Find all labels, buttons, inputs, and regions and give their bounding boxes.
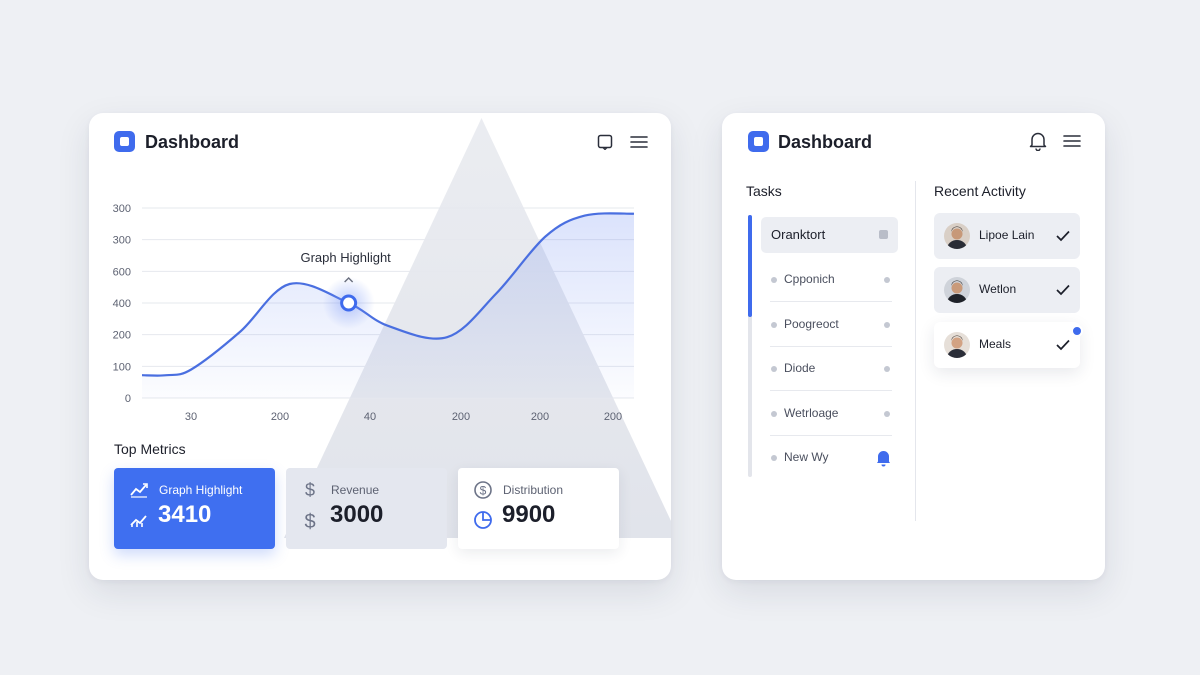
task-item[interactable]: Diode bbox=[761, 351, 898, 387]
metric-value: 3000 bbox=[330, 501, 384, 528]
x-tick-label: 200 bbox=[452, 411, 470, 423]
activity-item[interactable]: Meals bbox=[934, 322, 1083, 368]
metric-label: Revenue bbox=[331, 483, 380, 497]
task-status-icon bbox=[884, 411, 890, 417]
metric-card-distribution[interactable]: $ Distribution 9900 bbox=[458, 468, 619, 549]
highlight-label: Graph Highlight bbox=[300, 250, 391, 265]
bullet-icon bbox=[771, 455, 777, 461]
svg-text:$: $ bbox=[480, 484, 487, 498]
activity-item[interactable]: Wetlon bbox=[934, 267, 1080, 313]
bell-icon[interactable] bbox=[1027, 130, 1049, 152]
x-tick-label: 200 bbox=[531, 411, 549, 423]
x-tick-label: 200 bbox=[604, 411, 622, 423]
svg-text:$: $ bbox=[305, 480, 315, 500]
activity-name: Lipoe Lain bbox=[979, 228, 1035, 242]
tasks-title: Tasks bbox=[746, 183, 782, 199]
menu-icon[interactable] bbox=[1061, 130, 1083, 152]
divider bbox=[770, 301, 892, 302]
trend-up-icon bbox=[129, 480, 149, 503]
check-icon bbox=[1056, 229, 1070, 247]
metric-card-revenue[interactable]: $ Revenue $ 3000 bbox=[286, 468, 447, 549]
task-label: Oranktort bbox=[771, 227, 826, 242]
task-scrollbar-thumb[interactable] bbox=[748, 215, 752, 317]
task-label: Wetrloage bbox=[784, 406, 839, 420]
check-icon bbox=[1056, 283, 1070, 301]
y-tick-label: 600 bbox=[113, 266, 131, 278]
activity-name: Wetlon bbox=[979, 282, 1017, 296]
bullet-icon bbox=[771, 322, 777, 328]
task-status-icon bbox=[884, 322, 890, 328]
check-icon bbox=[1056, 338, 1070, 356]
avatar bbox=[944, 277, 970, 303]
task-item[interactable]: Poogreoct bbox=[761, 307, 898, 343]
task-item[interactable]: New Wy bbox=[761, 440, 898, 476]
task-item[interactable]: Wetrloage bbox=[761, 396, 898, 432]
x-tick-label: 40 bbox=[364, 411, 376, 423]
metrics-title: Top Metrics bbox=[114, 441, 186, 457]
metric-value: 3410 bbox=[158, 501, 212, 528]
task-label: Poogreoct bbox=[784, 317, 839, 331]
activity-item[interactable]: Lipoe Lain bbox=[934, 213, 1080, 259]
bullet-icon bbox=[771, 411, 777, 417]
activity-title: Recent Activity bbox=[934, 183, 1026, 199]
svg-text:$: $ bbox=[304, 511, 315, 532]
divider bbox=[770, 435, 892, 436]
task-status-icon bbox=[884, 277, 890, 283]
tasks-activity-card: Dashboard Tasks Recent Activity Oranktor… bbox=[722, 113, 1105, 580]
trend-chart-icon bbox=[129, 510, 149, 533]
app-logo-icon bbox=[748, 131, 769, 152]
task-item[interactable]: Oranktort bbox=[761, 217, 898, 253]
notification-badge bbox=[1071, 325, 1083, 337]
divider bbox=[770, 390, 892, 391]
metric-label: Distribution bbox=[503, 483, 564, 497]
bullet-icon bbox=[771, 277, 777, 283]
y-tick-label: 400 bbox=[113, 298, 131, 310]
y-tick-label: 300 bbox=[113, 203, 131, 215]
dollar-icon: $ bbox=[301, 510, 319, 537]
analytics-card: Dashboard 300 300 600 400 200 100 0 30 200 40 200… bbox=[89, 113, 671, 580]
chart-area-fill bbox=[142, 213, 634, 398]
y-tick-label: 300 bbox=[113, 235, 131, 247]
coin-icon: $ bbox=[473, 480, 493, 505]
avatar bbox=[944, 223, 970, 249]
task-item[interactable]: Cpponich bbox=[761, 262, 898, 298]
task-label: Diode bbox=[784, 361, 816, 375]
dollar-icon: $ bbox=[301, 480, 319, 505]
task-status-icon bbox=[879, 230, 888, 239]
bullet-icon bbox=[771, 366, 777, 372]
divider bbox=[770, 346, 892, 347]
task-label: Cpponich bbox=[784, 272, 835, 286]
task-label: New Wy bbox=[784, 450, 829, 464]
metric-label: Graph Highlight bbox=[159, 483, 243, 497]
highlight-marker bbox=[340, 294, 358, 312]
metric-value: 9900 bbox=[502, 501, 556, 528]
y-tick-label: 100 bbox=[113, 361, 131, 373]
x-tick-label: 200 bbox=[271, 411, 289, 423]
task-status-icon bbox=[884, 366, 890, 372]
column-divider bbox=[915, 181, 916, 521]
bell-icon[interactable] bbox=[876, 449, 891, 472]
y-tick-label: 200 bbox=[113, 330, 131, 342]
avatar bbox=[944, 332, 970, 358]
y-tick-label: 0 bbox=[125, 393, 131, 405]
metric-card-graph-highlight[interactable]: Graph Highlight 3410 bbox=[114, 468, 275, 549]
x-tick-label: 30 bbox=[185, 411, 197, 423]
pie-chart-icon bbox=[473, 510, 493, 535]
area-chart: 300 300 600 400 200 100 0 30 200 40 200 200 200 Gra… bbox=[113, 203, 635, 423]
activity-name: Meals bbox=[979, 337, 1012, 351]
page-title: Dashboard bbox=[778, 132, 873, 152]
